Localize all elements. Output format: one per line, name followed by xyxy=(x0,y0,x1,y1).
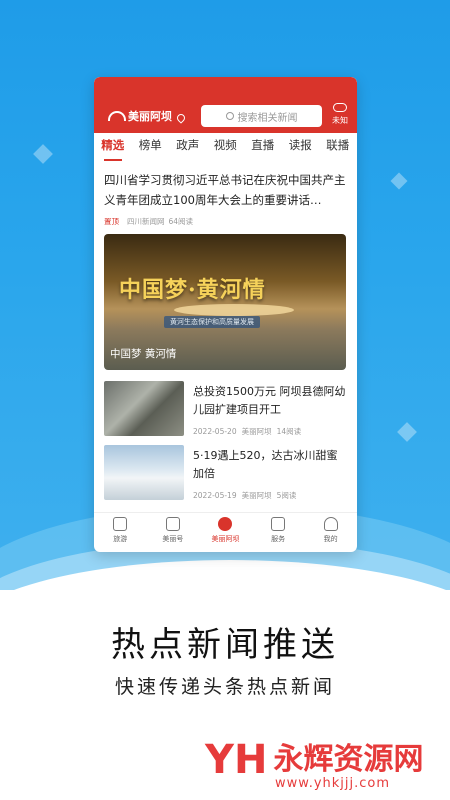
tab-video[interactable]: 视频 xyxy=(207,137,245,159)
banner-caption: 中国梦 黄河情 xyxy=(110,348,177,360)
plus-square-icon xyxy=(165,517,180,531)
nav-item-travel[interactable]: 旅游 xyxy=(94,513,147,552)
tab-rankings[interactable]: 榜单 xyxy=(132,137,170,159)
top-story[interactable]: 四川省学习贯彻习近平总书记在庆祝中国共产主义青年团成立100周年大会上的重要讲话… xyxy=(104,170,347,227)
nav-item-services[interactable]: 服务 xyxy=(252,513,305,552)
list-item[interactable]: 总投资1500万元 阿坝县德阿幼儿园扩建项目开工 2022-05-20 美丽阿坝 1… xyxy=(104,381,347,436)
news-source: 美丽阿坝 xyxy=(241,427,272,436)
top-story-title: 四川省学习贯彻习近平总书记在庆祝中国共产主义青年团成立100周年大会上的重要讲话… xyxy=(104,173,346,207)
news-date: 2022-05-19 xyxy=(193,491,237,500)
tab-featured[interactable]: 精选 xyxy=(94,137,132,161)
nav-label: 旅游 xyxy=(113,535,128,543)
nav-item-meili-hao[interactable]: 美丽号 xyxy=(147,513,200,552)
search-icon xyxy=(225,112,234,120)
cloud-icon xyxy=(333,103,347,112)
promo-subslogan: 快速传递头条热点新闻 xyxy=(114,676,335,698)
weather-widget[interactable]: 未知 xyxy=(329,103,351,126)
heart-icon xyxy=(218,517,233,531)
mountain-icon xyxy=(113,517,128,531)
nav-label: 美丽阿坝 xyxy=(211,535,240,543)
banner-headline: 中国梦·黄河情 xyxy=(119,277,266,303)
banner-subtitle: 黄河生态保护和高质量发展 xyxy=(164,316,260,328)
nav-label: 我的 xyxy=(323,535,338,543)
tab-politics[interactable]: 政声 xyxy=(169,137,207,159)
watermark-url: www.yhkjjj.com xyxy=(275,776,391,791)
search-placeholder: 搜索相关新闻 xyxy=(237,112,298,124)
top-story-meta: 置顶 四川新闻网 64阅读 xyxy=(104,216,347,227)
weather-label: 未知 xyxy=(332,116,348,125)
phone-mockup: 美丽阿坝 搜索相关新闻 未知 精选 榜单 政声 视频 直播 读报 联播 四川省学… xyxy=(94,77,357,552)
diamond-decoration xyxy=(33,144,53,164)
nav-item-home[interactable]: 美丽阿坝 xyxy=(199,513,252,552)
diamond-decoration xyxy=(390,172,408,190)
news-meta: 2022-05-19 美丽阿坝 5阅读 xyxy=(193,490,296,501)
watermark-brand: YH 永辉资源网 xyxy=(205,740,423,780)
pinned-badge: 置顶 xyxy=(104,217,119,226)
tab-broadcast[interactable]: 联播 xyxy=(319,137,357,159)
news-thumbnail xyxy=(104,445,184,500)
news-reads: 14阅读 xyxy=(276,427,302,436)
tab-live[interactable]: 直播 xyxy=(244,137,282,159)
diamond-decoration xyxy=(397,422,417,442)
user-icon xyxy=(323,517,338,531)
news-thumbnail xyxy=(104,381,184,436)
nav-label: 服务 xyxy=(271,535,286,543)
tab-newspaper[interactable]: 读报 xyxy=(282,137,320,159)
app-logo: 美丽阿坝 xyxy=(108,108,172,124)
grid-icon xyxy=(271,517,286,531)
news-title: 总投资1500万元 阿坝县德阿幼儿园扩建项目开工 xyxy=(193,385,346,416)
watermark-name: 永辉资源网 xyxy=(273,742,424,777)
news-title: 5·19遇上520，达古冰川甜蜜加倍 xyxy=(193,449,338,480)
logo-text: 美丽阿坝 xyxy=(128,110,172,123)
bottom-nav: 旅游 美丽号 美丽阿坝 服务 我的 xyxy=(94,512,357,552)
list-item[interactable]: 5·19遇上520，达古冰川甜蜜加倍 2022-05-19 美丽阿坝 5阅读 xyxy=(104,445,347,500)
nav-label: 美丽号 xyxy=(162,535,184,543)
app-header: 美丽阿坝 搜索相关新闻 未知 xyxy=(94,77,357,133)
news-meta: 2022-05-20 美丽阿坝 14阅读 xyxy=(193,426,301,437)
banner-story[interactable]: 中国梦·黄河情 黄河生态保护和高质量发展 中国梦 黄河情 xyxy=(104,234,346,370)
search-input[interactable]: 搜索相关新闻 xyxy=(201,105,322,127)
logo-icon xyxy=(108,111,126,121)
category-tabs: 精选 榜单 政声 视频 直播 读报 联播 xyxy=(94,137,357,161)
watermark-logo: YH xyxy=(205,737,268,783)
news-reads: 5阅读 xyxy=(276,491,297,500)
promo-slogan: 热点新闻推送 xyxy=(111,625,339,665)
banner-image xyxy=(174,304,294,316)
nav-item-profile[interactable]: 我的 xyxy=(304,513,357,552)
top-story-reads: 64阅读 xyxy=(168,217,194,226)
top-story-source: 四川新闻网 xyxy=(127,217,165,226)
news-date: 2022-05-20 xyxy=(193,427,237,436)
location-pin-icon[interactable] xyxy=(175,112,187,124)
news-source: 美丽阿坝 xyxy=(241,491,272,500)
